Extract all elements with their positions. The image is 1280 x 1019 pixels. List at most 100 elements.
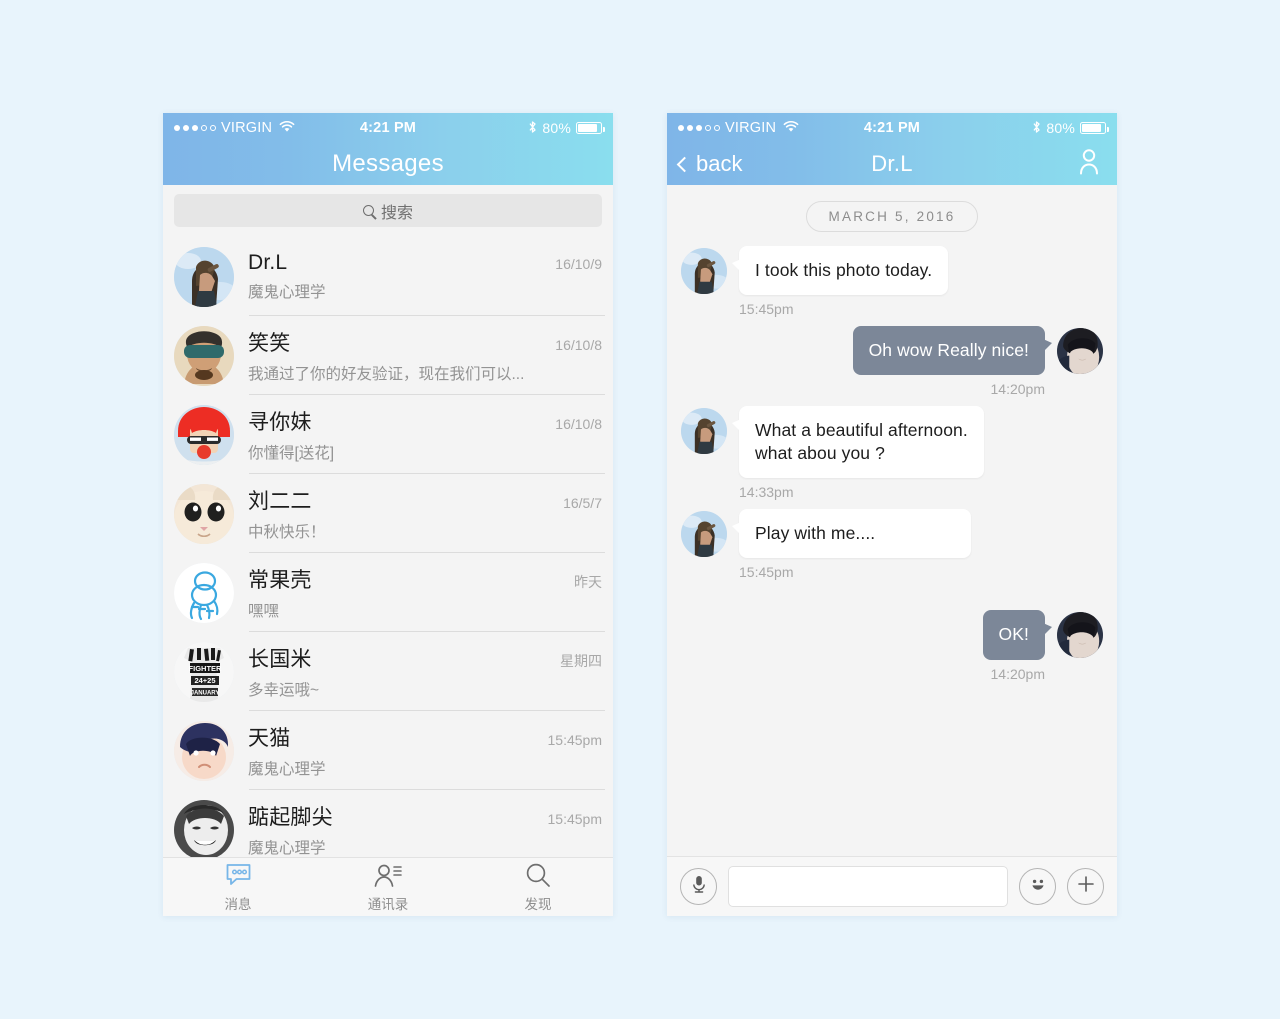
conversation-name: 笑笑 — [248, 332, 291, 355]
date-divider: MARCH 5, 2016 — [805, 201, 979, 232]
svg-text:FIGHTER: FIGHTER — [189, 664, 222, 673]
bubble-column: OK! 14:20pm — [982, 610, 1053, 682]
tab-bar: 消息 通讯录 发现 — [163, 857, 613, 916]
conversation-name: 踮起脚尖 — [248, 806, 333, 829]
chat-title: Dr.L — [871, 151, 913, 176]
conversation-row[interactable]: 天猫 15:45pm 魔鬼心理学 — [163, 711, 613, 790]
conversation-time: 16/5/7 — [563, 495, 602, 511]
message-bubble[interactable]: What a beautiful afternoon. what abou yo… — [732, 406, 984, 479]
message-bubble[interactable]: OK! — [982, 610, 1053, 660]
conversation-snippet: 嘿嘿 — [248, 603, 280, 620]
conversation-name: 寻你妹 — [248, 411, 312, 434]
conversation-row[interactable]: 寻你妹 16/10/8 你懂得[送花] — [163, 395, 613, 474]
status-bar-right: 80% — [528, 120, 605, 137]
conversation-row[interactable]: 常果壳 昨天 嘿嘿 — [163, 553, 613, 632]
conversation-content: 笑笑 16/10/8 我通过了你的好友验证，现在我们可以... — [248, 327, 602, 384]
bubble-column: Oh wow Really nice! 14:20pm — [852, 326, 1053, 398]
conversation-snippet: 魔鬼心理学 — [248, 761, 326, 778]
conversation-name: 刘二二 — [248, 490, 312, 513]
tab-label: 发现 — [524, 896, 552, 912]
svg-text:JANUARY: JANUARY — [191, 690, 220, 696]
conversation-content: 长国米 星期四 多幸运哦~ — [248, 643, 602, 700]
plus-icon — [1076, 874, 1096, 899]
message-text-input[interactable] — [728, 866, 1008, 907]
mask-face-avatar — [174, 799, 234, 857]
tab-messages[interactable]: 消息 — [163, 862, 313, 913]
conversation-content: 刘二二 16/5/7 中秋快乐！ — [248, 485, 602, 542]
man-blindfold-avatar — [174, 325, 234, 386]
status-bar-left: VIRGIN — [174, 120, 295, 137]
chat-message: Play with me.... 15:45pm — [681, 509, 1103, 580]
search-icon — [525, 862, 551, 889]
back-label: back — [696, 151, 743, 176]
status-bar-left: VIRGIN — [678, 120, 799, 137]
message-input-bar — [667, 856, 1117, 916]
conversation-name: 长国米 — [248, 648, 312, 671]
dark-hair-man-avatar — [1057, 612, 1103, 659]
blue-outline-bear-avatar — [174, 562, 234, 623]
mockup-stage: VIRGIN 4:21 PM 80% Messages 搜索 Dr.L 16/1… — [0, 0, 1280, 1019]
conversation-row[interactable]: 踮起脚尖 15:45pm 魔鬼心理学 — [163, 790, 613, 857]
messages-nav-bar: Messages — [163, 143, 613, 185]
message-bubble[interactable]: I took this photo today. — [731, 246, 949, 296]
tab-discover[interactable]: 发现 — [463, 862, 613, 913]
status-bar-right: 80% — [1032, 120, 1109, 137]
cat-avatar — [174, 483, 234, 544]
status-bar-messages: VIRGIN 4:21 PM 80% — [163, 113, 613, 143]
conversation-row[interactable]: 笑笑 16/10/8 我通过了你的好友验证，现在我们可以... — [163, 316, 613, 395]
conversation-snippet: 魔鬼心理学 — [248, 284, 326, 301]
conversation-row[interactable]: Dr.L 16/10/9 魔鬼心理学 — [163, 237, 613, 316]
conversation-time: 15:45pm — [547, 811, 602, 827]
search-placeholder: 搜索 — [380, 204, 413, 222]
messages-phone: VIRGIN 4:21 PM 80% Messages 搜索 Dr.L 16/1… — [163, 113, 613, 916]
conversation-time: 昨天 — [574, 574, 602, 590]
man-sky-avatar — [681, 248, 727, 294]
conversation-content: 常果壳 昨天 嘿嘿 — [248, 564, 602, 621]
bubble-column: Play with me.... 15:45pm — [732, 509, 971, 580]
conversation-snippet: 多幸运哦~ — [248, 682, 320, 699]
wifi-icon — [279, 120, 295, 137]
message-bubble[interactable]: Oh wow Really nice! — [852, 326, 1053, 376]
search-icon — [362, 205, 374, 216]
chevron-left-icon — [676, 156, 693, 172]
conversation-time: 16/10/8 — [555, 337, 602, 353]
conversation-snippet: 你懂得[送花] — [248, 445, 335, 462]
conversation-row[interactable]: 刘二二 16/5/7 中秋快乐！ — [163, 474, 613, 553]
status-bar-chat: VIRGIN 4:21 PM 80% — [667, 113, 1117, 143]
search-area: 搜索 — [163, 185, 613, 237]
conversation-row[interactable]: FIGHTER 24+25 JANUARY 长国米 星期四 多幸运哦~ — [163, 632, 613, 711]
message-timestamp: 14:20pm — [990, 665, 1045, 682]
bluetooth-icon — [1032, 120, 1041, 137]
battery-icon — [576, 122, 605, 134]
conversation-content: 天猫 15:45pm 魔鬼心理学 — [248, 722, 602, 779]
message-timestamp: 14:20pm — [990, 381, 1045, 398]
conversation-list[interactable]: Dr.L 16/10/9 魔鬼心理学 笑笑 16/10/8 我通过了你的好友验证… — [163, 237, 613, 857]
message-bubble[interactable]: Play with me.... — [732, 509, 971, 559]
redhair-cartoon-avatar — [174, 404, 234, 465]
signal-strength-icon — [678, 125, 720, 131]
battery-icon — [1080, 122, 1109, 134]
conversation-name: 常果壳 — [248, 569, 312, 592]
chat-nav-bar: back Dr.L — [667, 143, 1117, 185]
typography-shirt-avatar: FIGHTER 24+25 JANUARY — [174, 641, 234, 702]
conversation-name: 天猫 — [248, 727, 291, 750]
tab-label: 通讯录 — [367, 896, 409, 912]
contacts-icon — [373, 862, 403, 889]
chat-thread[interactable]: MARCH 5, 2016 I took this photo today. 1… — [667, 185, 1117, 856]
emoji-button[interactable] — [1019, 868, 1056, 905]
contact-profile-button[interactable] — [1077, 148, 1101, 181]
carrier-label: VIRGIN — [221, 120, 273, 136]
conversation-content: 寻你妹 16/10/8 你懂得[送花] — [248, 406, 602, 463]
search-input[interactable]: 搜索 — [174, 194, 602, 227]
conversation-content: 踮起脚尖 15:45pm 魔鬼心理学 — [248, 801, 602, 857]
carrier-label: VIRGIN — [725, 120, 777, 136]
battery-percent-label: 80% — [1046, 120, 1075, 136]
tab-contacts[interactable]: 通讯录 — [313, 862, 463, 913]
smiley-icon — [1027, 873, 1049, 900]
voice-record-button[interactable] — [680, 868, 717, 905]
bubble-column: What a beautiful afternoon. what abou yo… — [732, 406, 984, 500]
back-button[interactable]: back — [676, 151, 743, 177]
chat-phone: VIRGIN 4:21 PM 80% back Dr.L MARCH 5, 20… — [667, 113, 1117, 916]
add-attachment-button[interactable] — [1067, 868, 1104, 905]
chat-message: I took this photo today. 15:45pm — [681, 246, 1103, 317]
